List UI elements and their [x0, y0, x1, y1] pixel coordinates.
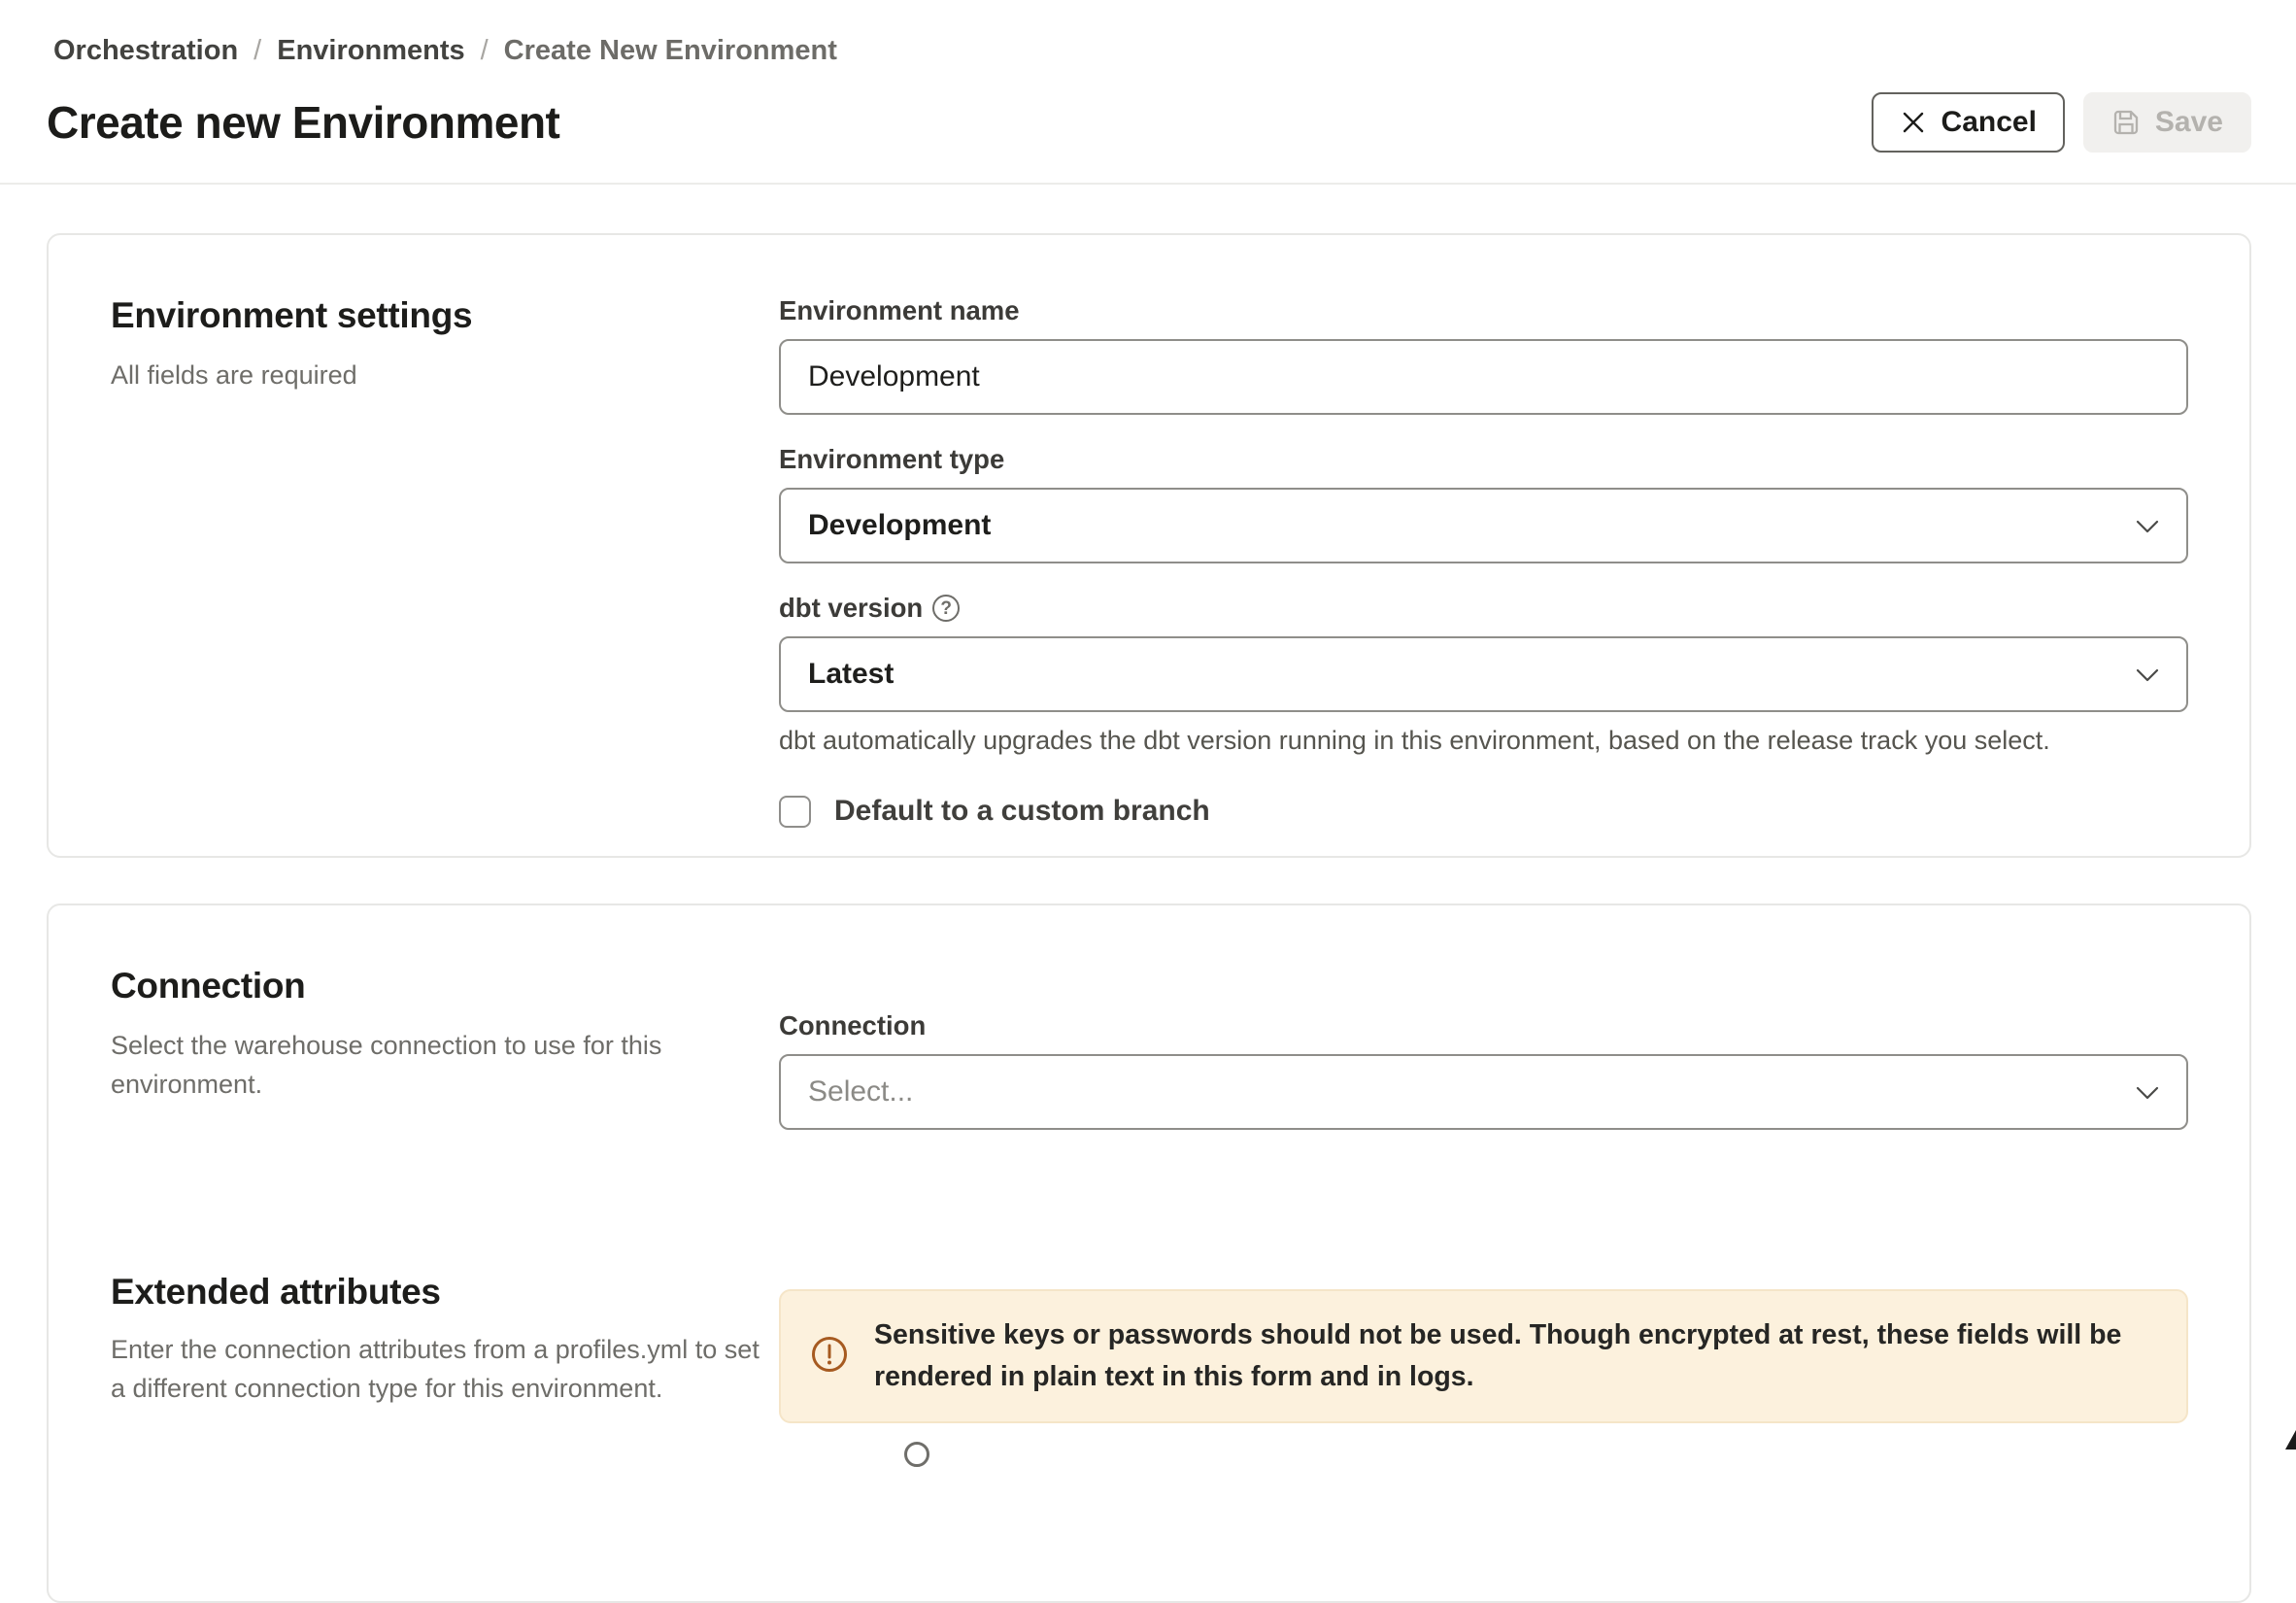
dbt-version-select[interactable]: Latest — [779, 636, 2188, 712]
environment-name-label: Environment name — [779, 295, 2188, 326]
breadcrumb-current-page: Create New Environment — [504, 35, 837, 67]
extended-attributes-subheading: Enter the connection attributes from a p… — [111, 1330, 779, 1408]
breadcrumb-orchestration[interactable]: Orchestration — [53, 35, 238, 67]
environment-settings-card: Environment settings All fields are requ… — [47, 233, 2251, 858]
cutoff-help-icon — [904, 1442, 929, 1467]
cancel-button-label: Cancel — [1941, 106, 2037, 139]
chevron-down-icon — [2136, 509, 2159, 542]
connection-subheading: Select the warehouse connection to use f… — [111, 1026, 779, 1104]
connection-field-label: Connection — [779, 1010, 2188, 1041]
environment-type-value: Development — [808, 509, 991, 542]
dbt-version-label: dbt version — [779, 593, 923, 624]
save-icon — [2111, 108, 2141, 137]
alert-circle-icon — [810, 1335, 849, 1379]
breadcrumb-separator: / — [481, 35, 489, 67]
cancel-button[interactable]: Cancel — [1872, 92, 2065, 153]
breadcrumb-separator: / — [253, 35, 261, 67]
environment-settings-subheading: All fields are required — [111, 356, 779, 394]
custom-branch-label: Default to a custom branch — [834, 795, 1210, 828]
close-icon — [1900, 109, 1927, 136]
custom-branch-checkbox[interactable] — [779, 796, 811, 828]
page-header: Orchestration / Environments / Create Ne… — [0, 0, 2296, 185]
page-title: Create new Environment — [47, 96, 559, 149]
custom-branch-checkbox-row[interactable]: Default to a custom branch — [779, 795, 2188, 828]
connection-card: Connection Select the warehouse connecti… — [47, 904, 2251, 1603]
save-button[interactable]: Save — [2083, 92, 2251, 153]
header-actions: Cancel Save — [1872, 92, 2251, 153]
environment-type-label: Environment type — [779, 444, 2188, 475]
breadcrumb: Orchestration / Environments / Create Ne… — [53, 35, 2251, 67]
environment-settings-heading: Environment settings — [111, 295, 779, 336]
save-button-label: Save — [2155, 106, 2223, 139]
connection-select-placeholder: Select... — [808, 1075, 913, 1108]
dbt-version-value: Latest — [808, 658, 894, 691]
breadcrumb-environments[interactable]: Environments — [277, 35, 464, 67]
chevron-down-icon — [2136, 1075, 2159, 1108]
connection-heading: Connection — [111, 966, 779, 1006]
environment-name-input[interactable] — [779, 339, 2188, 415]
main-content: Environment settings All fields are requ… — [0, 185, 2296, 1603]
chevron-down-icon — [2136, 658, 2159, 691]
extended-attributes-heading: Extended attributes — [111, 1272, 779, 1313]
warning-text: Sensitive keys or passwords should not b… — [874, 1314, 2157, 1398]
environment-type-select[interactable]: Development — [779, 488, 2188, 563]
dbt-version-helper-text: dbt automatically upgrades the dbt versi… — [779, 726, 2188, 756]
help-icon[interactable]: ? — [932, 595, 960, 622]
sensitive-keys-warning-banner: Sensitive keys or passwords should not b… — [779, 1289, 2188, 1423]
connection-select[interactable]: Select... — [779, 1054, 2188, 1130]
